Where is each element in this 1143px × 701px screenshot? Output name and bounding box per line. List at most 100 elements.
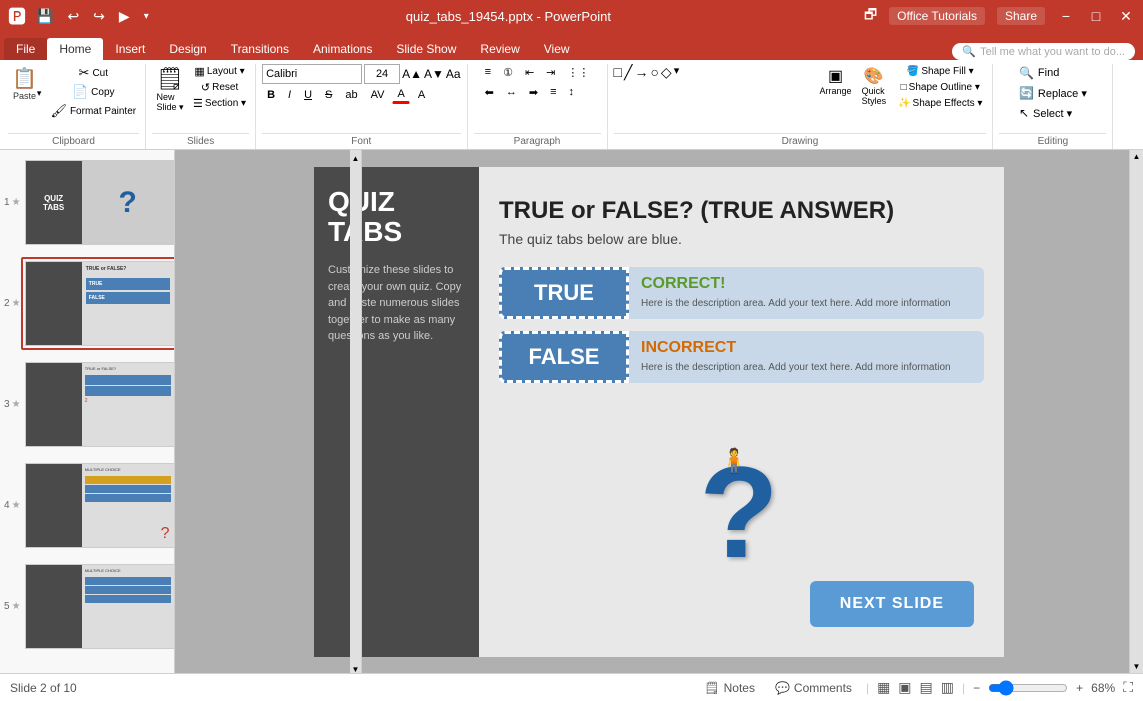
spacing-button[interactable]: AV <box>366 87 390 103</box>
quick-save[interactable]: 💾 <box>32 8 57 25</box>
tab-file[interactable]: File <box>4 38 47 60</box>
next-slide-button[interactable]: NEXT SLIDE <box>810 581 974 627</box>
view-slide-sorter[interactable]: ▣ <box>898 679 911 696</box>
justify[interactable]: ≡ <box>545 84 561 101</box>
shape-more[interactable]: ▾ <box>674 64 680 81</box>
slide-4-image: MULTIPLE CHOICE ? <box>25 463 175 548</box>
quick-play[interactable]: ▶ <box>115 8 134 25</box>
ribbon-tabs: File Home Insert Design Transitions Anim… <box>0 32 1143 60</box>
shape-diamond[interactable]: ◇ <box>661 64 672 81</box>
align-right[interactable]: ➡ <box>524 84 543 101</box>
left-scrollbar[interactable]: ▲ ▼ <box>350 150 362 673</box>
shadow-button[interactable]: ab <box>340 87 362 103</box>
shape-rect[interactable]: □ <box>614 64 622 81</box>
arrange-button[interactable]: ▣ Arrange <box>818 64 854 98</box>
format-painter-button[interactable]: 🖌Format Painter <box>47 102 139 120</box>
text-columns[interactable]: ⋮⋮ <box>562 64 594 81</box>
share-button[interactable]: Share <box>997 7 1045 25</box>
slide-4-thumb[interactable]: MULTIPLE CHOICE ? <box>21 459 175 552</box>
true-answer-button[interactable]: TRUE CORRECT! Here is the description ar… <box>499 267 984 319</box>
align-center[interactable]: ↔ <box>501 84 522 101</box>
find-button[interactable]: 🔍Find <box>1015 64 1063 82</box>
zoom-in[interactable]: + <box>1076 681 1083 695</box>
shape-circle[interactable]: ○ <box>650 64 658 81</box>
font-name-input[interactable] <box>262 64 362 84</box>
slide-2-thumb[interactable]: TRUE or FALSE? TRUE FALSE <box>21 257 175 350</box>
slide-2-star: ★ <box>12 298 21 309</box>
right-scrollbar[interactable]: ▲ ▼ <box>1129 150 1143 673</box>
view-reading[interactable]: ▤ <box>920 679 933 696</box>
office-tutorials[interactable]: Office Tutorials <box>889 7 985 25</box>
shape-effects-button[interactable]: ✨Shape Effects ▾ <box>894 96 986 111</box>
slide-panel[interactable]: 1 ★ QUIZTABS ? 2 ★ <box>0 150 175 673</box>
section-button[interactable]: ☰Section ▾ <box>190 96 249 111</box>
shape-line[interactable]: ╱ <box>624 64 632 81</box>
shape-fill-button[interactable]: 🪣Shape Fill ▾ <box>894 64 986 79</box>
align-left[interactable]: ⬅ <box>480 84 499 101</box>
quick-dropdown[interactable]: ▾ <box>140 11 153 22</box>
tab-design[interactable]: Design <box>157 38 218 60</box>
minimize-button[interactable]: − <box>1057 10 1075 22</box>
paragraph-group: ≡ ① ⇤ ⇥ ⋮⋮ ⬅ ↔ ➡ ≡ ↕ Paragraph <box>468 64 608 149</box>
reset-button[interactable]: ↺Reset <box>190 80 249 95</box>
tab-review[interactable]: Review <box>468 38 531 60</box>
italic-button[interactable]: I <box>283 87 296 103</box>
slides-group: 🗒 NewSlide ▾ ▦Layout ▾ ↺Reset ☰Section ▾… <box>146 64 256 149</box>
tab-insert[interactable]: Insert <box>103 38 157 60</box>
strikethrough-button[interactable]: S <box>320 87 337 103</box>
view-normal[interactable]: ▦ <box>877 679 890 696</box>
font-size-decrease[interactable]: A▼ <box>424 67 444 81</box>
tab-transitions[interactable]: Transitions <box>219 38 301 60</box>
cut-button[interactable]: ✂Cut <box>47 64 139 82</box>
new-slide-button[interactable]: 🗒 NewSlide ▾ <box>152 64 188 115</box>
font-color-button[interactable]: A <box>392 86 409 104</box>
false-answer-button[interactable]: FALSE INCORRECT Here is the description … <box>499 331 984 383</box>
close-button[interactable]: ✕ <box>1117 10 1135 22</box>
clear-format[interactable]: Aa <box>446 67 461 81</box>
search-label[interactable]: Tell me what you want to do... <box>980 46 1125 58</box>
view-slideshow[interactable]: ▥ <box>941 679 954 696</box>
font-size-input[interactable] <box>364 64 400 84</box>
search-bar[interactable]: 🔍 Tell me what you want to do... <box>952 43 1135 60</box>
tab-home[interactable]: Home <box>47 38 103 60</box>
select-button[interactable]: ↖Select ▾ <box>1015 104 1076 122</box>
bullets-button[interactable]: ≡ <box>480 64 496 81</box>
zoom-slider[interactable] <box>988 680 1068 696</box>
slide-1-thumb[interactable]: QUIZTABS ? <box>21 156 175 249</box>
maximize-button[interactable]: □ <box>1087 10 1105 22</box>
layout-button[interactable]: ▦Layout ▾ <box>190 64 249 79</box>
true-answer-label: TRUE <box>499 267 629 319</box>
tab-view[interactable]: View <box>532 38 582 60</box>
tab-animations[interactable]: Animations <box>301 38 384 60</box>
line-spacing[interactable]: ↕ <box>564 84 580 101</box>
notes-button[interactable]: 🗒 Notes <box>698 679 761 697</box>
question-title: TRUE or FALSE? (TRUE ANSWER) <box>499 197 984 225</box>
restore-button[interactable]: 🗗 <box>864 4 877 28</box>
slide-3-star: ★ <box>12 399 21 410</box>
comments-button[interactable]: 💬 Comments <box>769 679 858 697</box>
slide-5-thumb[interactable]: MULTIPLE CHOICE <box>21 560 175 653</box>
shape-arrow[interactable]: → <box>634 64 648 81</box>
zoom-level: 68% <box>1091 681 1115 695</box>
quick-undo[interactable]: ↩ <box>63 8 83 25</box>
decrease-indent[interactable]: ⇤ <box>520 64 539 81</box>
slide-2-number: 2 <box>4 298 10 309</box>
numbering-button[interactable]: ① <box>498 64 518 81</box>
tab-slideshow[interactable]: Slide Show <box>384 38 468 60</box>
title-bar: 🅿 💾 ↩ ↪ ▶ ▾ quiz_tabs_19454.pptx - Power… <box>0 0 1143 32</box>
quick-styles-button[interactable]: 🎨 QuickStyles <box>858 64 891 108</box>
underline-button[interactable]: U <box>299 87 317 103</box>
quick-redo[interactable]: ↪ <box>89 8 109 25</box>
highlight-button[interactable]: A <box>413 87 430 103</box>
copy-button[interactable]: 📄Copy <box>47 83 139 101</box>
slide-3-thumb[interactable]: TRUE or FALSE? 2 <box>21 358 175 451</box>
zoom-out[interactable]: − <box>973 681 980 695</box>
bold-button[interactable]: B <box>262 87 280 103</box>
increase-indent[interactable]: ⇥ <box>541 64 560 81</box>
fit-slide[interactable]: ⛶ <box>1123 679 1133 696</box>
font-group: A▲ A▼ Aa B I U S ab AV A A Font <box>256 64 467 149</box>
shape-outline-button[interactable]: □Shape Outline ▾ <box>894 80 986 95</box>
font-size-increase[interactable]: A▲ <box>402 67 422 81</box>
replace-button[interactable]: 🔄Replace ▾ <box>1015 84 1091 102</box>
paste-button[interactable]: 📋 Paste ▾ <box>8 64 45 103</box>
